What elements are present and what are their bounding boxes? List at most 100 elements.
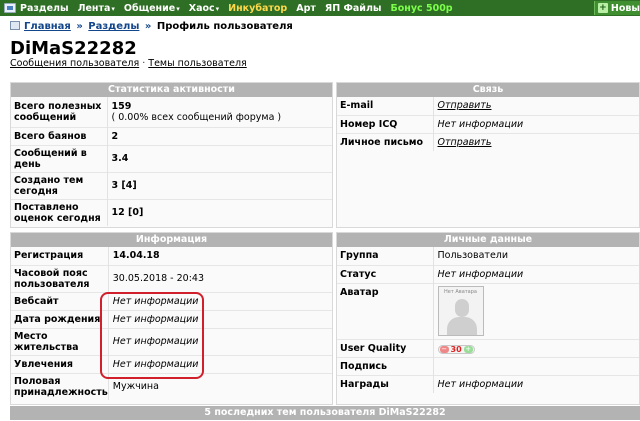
personal-value: − 30 + <box>433 339 639 357</box>
home-icon <box>10 21 20 30</box>
nav-item-art[interactable]: Арт <box>296 3 316 14</box>
chevron-down-icon: ▾ <box>215 4 220 13</box>
table-row: Статус Нет информации <box>337 265 639 283</box>
table-row: Сообщений в день 3.4 <box>11 145 332 172</box>
table-row: Подпись <box>337 357 639 375</box>
user-messages-link[interactable]: Сообщения пользователя <box>10 58 139 69</box>
info-value: 14.04.18 <box>112 250 160 262</box>
table-row: Личное письмо Отправить <box>337 133 639 151</box>
info-label: Регистрация <box>11 247 109 265</box>
stat-label: Всего баянов <box>11 127 108 145</box>
nav-item-chat[interactable]: Общение▾ <box>124 3 180 14</box>
uq-plus-button[interactable]: + <box>463 345 473 353</box>
personal-label: Аватар <box>337 283 434 339</box>
nav-item-incubator[interactable]: Инкубатор <box>228 3 287 14</box>
stat-label: Всего полезных сообщений <box>11 97 108 127</box>
panel-header: Личные данные <box>337 233 639 247</box>
stat-value: 2 <box>111 130 119 142</box>
personal-value <box>433 357 639 375</box>
last-topics-panel: 5 последних тем пользователя DiMaS22282 <box>10 406 640 421</box>
stat-label: Поставлено оценок сегодня <box>11 199 108 226</box>
panel-header: Информация <box>11 233 332 247</box>
personal-table: Группа Пользователи Статус Нет информаци… <box>337 247 639 393</box>
info-label: Вебсайт <box>11 292 109 310</box>
nav-item-sections[interactable]: Разделы <box>20 3 69 14</box>
avatar-caption: Нет Аватара <box>444 289 477 295</box>
contact-value: Нет информации <box>437 118 524 130</box>
contact-value: Отправить <box>433 133 639 151</box>
personal-value: Нет Аватара <box>433 283 639 339</box>
table-row: Регистрация 14.04.18 <box>11 247 332 265</box>
send-pm-link[interactable]: Отправить <box>438 137 492 148</box>
panel-header: Связь <box>337 83 639 97</box>
breadcrumb-separator: » <box>144 21 152 32</box>
user-topics-link[interactable]: Темы пользователя <box>148 58 246 69</box>
breadcrumb: Главная » Разделы » Профиль пользователя <box>10 21 293 32</box>
new-button-label: Новы <box>610 2 640 14</box>
user-quality-widget: − 30 + <box>437 344 475 354</box>
chevron-down-icon: ▾ <box>176 4 180 13</box>
table-row: Аватар Нет Аватара <box>337 283 639 339</box>
table-row: Создано тем сегодня 3 [4] <box>11 172 332 199</box>
contact-table: E-mail Отправить Номер ICQ Нет информаци… <box>337 97 639 151</box>
nav-item-label: Общение <box>123 2 176 14</box>
avatar-placeholder-icon <box>454 299 469 317</box>
info-label: Увлечения <box>11 355 109 373</box>
subnav-separator: · <box>142 58 146 69</box>
nav-item-label: Лента <box>77 2 111 14</box>
personal-label: Награды <box>337 375 434 393</box>
uq-score: 30 <box>450 344 462 354</box>
table-row: Всего полезных сообщений 159( 0.00% всех… <box>11 97 332 127</box>
highlight-annotation <box>100 292 204 379</box>
nav-item-feed[interactable]: Лента▾ <box>78 3 115 14</box>
contact-label: E-mail <box>337 97 434 115</box>
personal-label: Группа <box>337 247 434 265</box>
nav-item-chaos[interactable]: Хаос▾ <box>189 3 219 14</box>
contact-label: Личное письмо <box>337 133 434 151</box>
new-button[interactable]: + Новы <box>593 1 640 15</box>
nav-item-files[interactable]: ЯП Файлы <box>325 3 382 14</box>
nav-item-label: Хаос <box>188 2 215 14</box>
activity-stats-panel: Статистика активности Всего полезных соо… <box>10 82 333 228</box>
table-row: Часовой пояс пользователя 30.05.2018 - 2… <box>11 265 332 292</box>
table-row: User Quality − 30 + <box>337 339 639 357</box>
site-logo-icon[interactable] <box>4 3 16 13</box>
table-row: Номер ICQ Нет информации <box>337 115 639 133</box>
personal-label: User Quality <box>337 339 434 357</box>
table-row: Награды Нет информации <box>337 375 639 393</box>
personal-value: Нет информации <box>437 378 524 390</box>
top-nav-bar: Разделы Лента▾ Общение▾ Хаос▾ Инкубатор … <box>0 0 640 16</box>
personal-value: Пользователи <box>437 250 509 262</box>
table-row: E-mail Отправить <box>337 97 639 115</box>
send-email-link[interactable]: Отправить <box>438 100 492 111</box>
breadcrumb-current: Профиль пользователя <box>156 21 293 32</box>
stat-value: 3 [4] <box>111 180 137 191</box>
profile-subnav: Сообщения пользователя · Темы пользовате… <box>10 58 247 69</box>
info-label: Часовой пояс пользователя <box>11 265 109 292</box>
personal-value: Нет информации <box>437 268 524 280</box>
chevron-down-icon: ▾ <box>111 4 115 13</box>
personal-label: Статус <box>337 265 434 283</box>
stat-value: 3.4 <box>111 153 129 164</box>
table-row: Поставлено оценок сегодня 12 [0] <box>11 199 332 226</box>
stats-table: Всего полезных сообщений 159( 0.00% всех… <box>11 97 332 226</box>
total-posts-count: 159 <box>111 100 132 112</box>
breadcrumb-home-link[interactable]: Главная <box>24 21 71 32</box>
personal-label: Подпись <box>337 357 434 375</box>
stat-label: Создано тем сегодня <box>11 172 108 199</box>
avatar: Нет Аватара <box>437 286 484 336</box>
panel-header: Статистика активности <box>11 83 332 97</box>
contact-panel: Связь E-mail Отправить Номер ICQ Нет инф… <box>336 82 640 228</box>
stat-value: 12 [0] <box>111 207 144 219</box>
panel-header: 5 последних тем пользователя DiMaS22282 <box>10 406 640 420</box>
info-value: 30.05.2018 - 20:43 <box>112 273 205 284</box>
personal-data-panel: Личные данные Группа Пользователи Статус… <box>336 232 640 405</box>
breadcrumb-sections-link[interactable]: Разделы <box>88 21 139 32</box>
plus-icon: + <box>597 3 608 13</box>
stat-label: Сообщений в день <box>11 145 108 172</box>
table-row: Всего баянов 2 <box>11 127 332 145</box>
total-posts-note: ( 0.00% всех сообщений форума ) <box>111 111 282 123</box>
nav-item-bonus[interactable]: Бонус 500р <box>391 3 453 14</box>
uq-minus-button[interactable]: − <box>439 345 449 353</box>
contact-value: Отправить <box>433 97 639 115</box>
